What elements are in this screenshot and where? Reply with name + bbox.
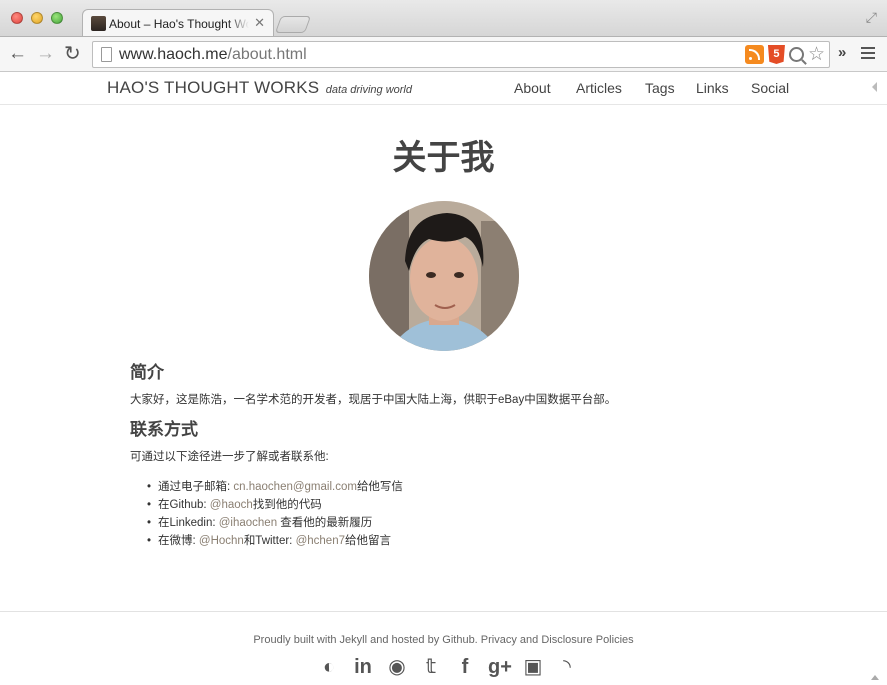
intro-text: 大家好，这是陈浩，一名学术范的开发者，现居于中国大陆上海，供职于eBay中国数据… xyxy=(130,394,617,406)
list-item-email: 通过电子邮箱: cn.haochen@gmail.com给他写信 xyxy=(148,478,403,496)
facebook-icon[interactable]: f xyxy=(454,656,476,678)
favicon-icon xyxy=(91,16,106,31)
linkedin-link[interactable]: @ihaochen xyxy=(219,517,277,529)
contact-text: 给他留言 xyxy=(344,535,391,547)
main-nav: About Articles Tags Links Social xyxy=(0,80,887,100)
page-icon xyxy=(101,47,112,62)
nav-tags[interactable]: Tags xyxy=(645,80,675,96)
window-titlebar: About – Hao's Thought Works ✕ ⤢ xyxy=(0,0,887,37)
footer-text[interactable]: Proudly built with Jekyll and hosted by … xyxy=(0,634,887,646)
extensions-overflow-icon[interactable]: » xyxy=(838,44,846,61)
browser-menu-icon[interactable] xyxy=(861,47,875,62)
back-button[interactable]: ← xyxy=(8,43,27,65)
html5-icon[interactable]: 5 xyxy=(767,45,785,64)
tab-close-icon[interactable]: ✕ xyxy=(254,15,265,31)
new-tab-button[interactable] xyxy=(274,16,312,33)
contact-label: 在Github: xyxy=(158,499,210,511)
contact-text: 查看他的最新履历 xyxy=(277,517,373,529)
maximize-window-button[interactable] xyxy=(51,12,63,24)
contact-lead: 可通过以下途径进一步了解或者联系他: xyxy=(130,451,329,463)
list-item-github: 在Github: @haoch找到他的代码 xyxy=(148,496,403,514)
url-path: /about.html xyxy=(227,46,307,63)
scroll-arrow-icon[interactable] xyxy=(871,675,879,680)
list-item-weibo: 在微博: @Hochn和Twitter: @hchen7给他留言 xyxy=(148,532,403,550)
weibo-icon[interactable]: ◉ xyxy=(386,656,408,678)
rss-feed-icon[interactable] xyxy=(744,45,764,64)
site-footer: Proudly built with Jekyll and hosted by … xyxy=(0,611,887,685)
nav-articles[interactable]: Articles xyxy=(576,80,622,96)
collapse-icon[interactable] xyxy=(872,82,877,92)
forward-button[interactable]: → xyxy=(36,43,55,65)
nav-about[interactable]: About xyxy=(514,80,551,96)
nav-social[interactable]: Social xyxy=(751,80,789,96)
site-header: HAO'S THOUGHT WORKS data driving world A… xyxy=(0,72,887,105)
google-plus-icon[interactable]: g+ xyxy=(488,656,512,678)
contact-label: 通过电子邮箱: xyxy=(158,481,234,493)
contact-text: 给他写信 xyxy=(356,481,403,493)
bookmark-star-icon[interactable]: ☆ xyxy=(808,45,825,64)
contact-list: 通过电子邮箱: cn.haochen@gmail.com给他写信 在Github… xyxy=(148,478,403,550)
instagram-icon[interactable]: ▣ xyxy=(522,656,544,678)
contact-label: 在微博: xyxy=(158,535,199,547)
reload-button[interactable]: ↻ xyxy=(64,43,81,65)
zoom-icon[interactable] xyxy=(788,47,804,62)
weibo-link[interactable]: @Hochn xyxy=(199,535,244,547)
twitter-icon[interactable]: 𝕥 xyxy=(420,656,442,678)
browser-tab[interactable]: About – Hao's Thought Works ✕ xyxy=(82,9,274,37)
address-bar[interactable]: www.haoch.me/about.html 5 ☆ xyxy=(92,41,830,68)
twitter-link[interactable]: @hchen7 xyxy=(296,535,345,547)
nav-links[interactable]: Links xyxy=(696,80,729,96)
github-link[interactable]: @haoch xyxy=(210,499,253,511)
url-host: www.haoch.me xyxy=(119,46,228,63)
avatar xyxy=(369,201,519,351)
rss-icon[interactable]: ◝ xyxy=(556,656,578,678)
list-item-linkedin: 在Linkedin: @ihaochen 查看他的最新履历 xyxy=(148,514,403,532)
contact-heading: 联系方式 xyxy=(130,420,198,439)
url-text[interactable]: www.haoch.me/about.html xyxy=(119,46,307,64)
intro-heading: 简介 xyxy=(130,363,164,382)
minimize-window-button[interactable] xyxy=(31,12,43,24)
tab-title: About – Hao's Thought Works xyxy=(109,17,249,31)
github-icon[interactable]: ◐ xyxy=(318,656,340,678)
linkedin-icon[interactable]: in xyxy=(352,656,374,678)
page-title: 关于我 xyxy=(392,139,495,177)
social-links: ◐ in ◉ 𝕥 f g+ ▣ ◝ xyxy=(318,656,578,682)
browser-toolbar: ← → ↻ www.haoch.me/about.html 5 ☆ » xyxy=(0,36,887,72)
contact-text: 找到他的代码 xyxy=(252,499,322,511)
fullscreen-icon[interactable]: ⤢ xyxy=(866,9,877,26)
contact-text: 和Twitter: xyxy=(243,535,296,547)
contact-label: 在Linkedin: xyxy=(158,517,219,529)
email-link[interactable]: cn.haochen@gmail.com xyxy=(233,481,357,493)
close-window-button[interactable] xyxy=(11,12,23,24)
